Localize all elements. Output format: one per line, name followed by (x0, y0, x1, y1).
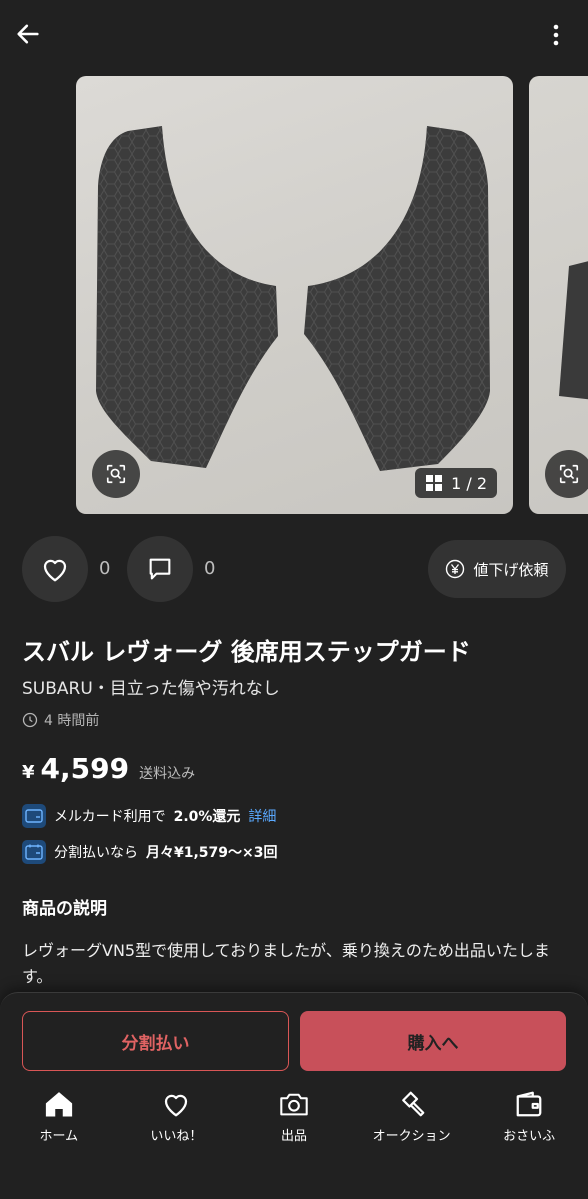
comment-icon (149, 558, 171, 580)
installment-promo-text: 分割払いなら (54, 845, 138, 861)
description-heading: 商品の説明 (22, 899, 107, 919)
zoom-search-icon (106, 464, 126, 484)
home-icon (45, 1092, 72, 1117)
item-title: スバル レヴォーグ 後席用ステップガード (22, 638, 471, 666)
zoom-button-next[interactable] (545, 450, 588, 498)
bottom-nav: ホーム いいね！ 出品 オークション おさいふ (0, 1089, 588, 1153)
calendar-card-icon (22, 840, 46, 864)
nav-auction-label: オークション (372, 1129, 451, 1144)
heart-icon (43, 559, 67, 582)
shipping-label: 送料込み (139, 766, 196, 782)
installment-promo-amount: 月々¥1,579〜×3回 (146, 845, 278, 861)
posted-time-text: 4 時間前 (44, 713, 100, 729)
nav-auction[interactable]: オークション (353, 1089, 471, 1153)
mercard-promo-rate: 2.0%還元 (173, 809, 241, 825)
description-text: レヴォーグVN5型で使用しておりましたが、乗り換えのため出品いたします。 (22, 941, 550, 986)
price-amount: 4,599 (40, 752, 130, 785)
buy-button[interactable]: 購入へ (300, 1011, 566, 1071)
nav-likes[interactable]: いいね！ (118, 1089, 236, 1153)
yen-circle-icon (446, 559, 465, 579)
image-counter: 1 / 2 (415, 468, 497, 498)
more-vertical-icon (553, 24, 559, 46)
clock-icon (22, 712, 38, 728)
comment-button[interactable] (127, 536, 193, 602)
installment-promo: 分割払いなら 月々¥1,579〜×3回 (22, 839, 278, 865)
wallet-icon (516, 1091, 542, 1117)
like-button[interactable] (22, 536, 88, 602)
image-counter-text: 1 / 2 (451, 473, 487, 493)
item-subtitle[interactable]: SUBARU・目立った傷や汚れなし (22, 674, 280, 699)
bottom-bar: 分割払い 購入へ ホーム いいね！ 出品 オークション おさいふ (0, 992, 588, 1199)
next-image-preview (559, 261, 588, 400)
price-currency: ¥ (22, 762, 35, 783)
camera-icon (280, 1093, 308, 1116)
split-payment-button[interactable]: 分割払い (22, 1011, 289, 1071)
back-button[interactable] (8, 14, 48, 54)
posted-time: 4 時間前 (22, 710, 99, 730)
next-product-photo[interactable] (529, 76, 588, 514)
nav-wallet[interactable]: おさいふ (470, 1089, 588, 1153)
heart-icon (165, 1094, 188, 1117)
image-carousel[interactable]: 1 / 2 (0, 76, 588, 516)
nav-wallet-label: おさいふ (503, 1129, 556, 1144)
price-request-button[interactable]: 値下げ依頼 (428, 540, 566, 598)
top-bar (0, 0, 588, 72)
comment-count: 0 (204, 558, 216, 579)
price: ¥ 4,599 送料込み (22, 752, 195, 785)
nav-likes-label: いいね！ (150, 1129, 203, 1144)
product-photo[interactable]: 1 / 2 (76, 76, 513, 514)
more-options-button[interactable] (544, 18, 568, 52)
arrow-left-icon (17, 24, 39, 44)
zoom-search-icon (559, 464, 579, 484)
grid-icon (426, 475, 443, 491)
nav-home[interactable]: ホーム (0, 1089, 118, 1153)
price-request-label: 値下げ依頼 (473, 560, 549, 579)
like-count: 0 (99, 558, 111, 579)
nav-home-label: ホーム (39, 1129, 79, 1144)
mercard-details-link[interactable]: 詳細 (248, 806, 276, 826)
card-icon (22, 804, 46, 828)
mercard-promo: メルカード利用で 2.0%還元 詳細 (22, 803, 276, 829)
step-guard-image (96, 126, 490, 471)
zoom-button[interactable] (92, 450, 140, 498)
nav-sell-label: 出品 (280, 1129, 307, 1144)
nav-sell[interactable]: 出品 (235, 1089, 353, 1153)
mercard-promo-text: メルカード利用で (54, 809, 166, 825)
action-row: 0 0 値下げ依頼 (0, 536, 588, 602)
gavel-icon (401, 1091, 424, 1117)
